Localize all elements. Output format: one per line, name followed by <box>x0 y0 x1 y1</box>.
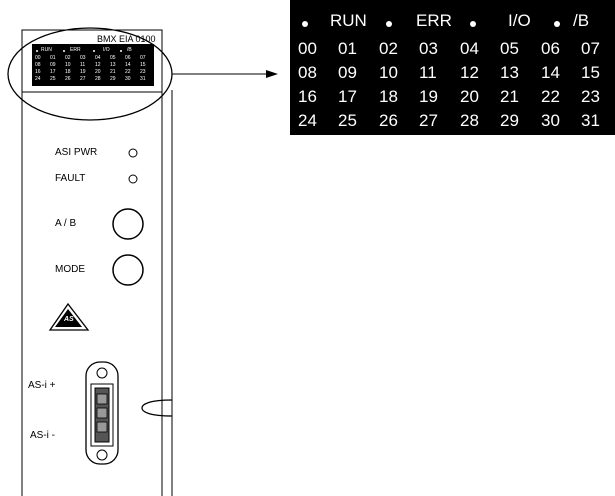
mini-channel-number: 13 <box>110 62 116 68</box>
channel-number: 29 <box>500 111 519 130</box>
channel-number: 10 <box>379 63 398 82</box>
label-asi-plus: AS-i + <box>28 380 56 391</box>
channel-number: 03 <box>419 39 438 58</box>
channel-number: 23 <box>581 87 600 106</box>
channel-number: 22 <box>541 87 560 106</box>
mini-status-dot <box>63 50 65 52</box>
mini-channel-number: 03 <box>80 55 86 61</box>
mini-channel-number: 30 <box>125 76 131 82</box>
channel-number: 25 <box>338 111 357 130</box>
mini-channel-number: 18 <box>65 69 71 75</box>
channel-number: 15 <box>581 63 600 82</box>
mini-channel-number: 15 <box>140 62 146 68</box>
mini-status-label: RUN <box>41 47 52 53</box>
status-row: RUN ERR I/O /B <box>290 10 615 38</box>
channel-number: 01 <box>338 39 357 58</box>
channel-number: 21 <box>500 87 519 106</box>
mini-channel-number: 10 <box>65 62 71 68</box>
status-label: /B <box>573 11 590 30</box>
mini-channel-number: 17 <box>50 69 56 75</box>
status-label: I/O <box>508 11 531 30</box>
mini-channel-number: 26 <box>65 76 71 82</box>
mini-channel-number: 07 <box>140 55 146 61</box>
mini-channel-number: 29 <box>110 76 116 82</box>
status-dot <box>470 21 476 27</box>
mini-channel-number: 24 <box>35 76 41 82</box>
channel-number: 20 <box>460 87 479 106</box>
channel-number: 16 <box>298 87 317 106</box>
asi-connector-icon <box>85 361 119 465</box>
mini-channel-number: 12 <box>95 62 101 68</box>
mini-channel-number: 23 <box>140 69 146 75</box>
channel-number: 14 <box>541 63 560 82</box>
side-latch-icon <box>141 399 173 417</box>
mini-channel-number: 05 <box>110 55 116 61</box>
channel-number: 24 <box>298 111 317 130</box>
channel-number: 19 <box>419 87 438 106</box>
mini-channel-number: 01 <box>50 55 56 61</box>
label-fault: FAULT <box>55 173 86 184</box>
mini-status-dot <box>36 50 38 52</box>
mini-status-label: ERR <box>70 47 81 53</box>
mini-display: RUN ERR I/O /B 00 01 02 03 04 05 06 07 08 09 10 11 1… <box>32 44 154 86</box>
asi-logo-icon: AS <box>48 302 90 331</box>
fault-led-icon <box>128 174 138 184</box>
status-label: RUN <box>330 11 367 30</box>
mini-channel-number: 16 <box>35 69 41 75</box>
channel-number: 28 <box>460 111 479 130</box>
channel-number: 09 <box>338 63 357 82</box>
label-ab: A / B <box>55 218 77 229</box>
mode-button-icon <box>112 254 144 286</box>
status-dot <box>302 21 308 27</box>
label-mode: MODE <box>55 264 85 275</box>
channel-number: 02 <box>379 39 398 58</box>
channel-number: 26 <box>379 111 398 130</box>
status-dot <box>386 21 392 27</box>
label-asi-minus: AS-i - <box>30 430 55 441</box>
mini-channel-number: 19 <box>80 69 86 75</box>
mini-status-label: /B <box>127 47 132 53</box>
asi-pwr-led-icon <box>128 148 138 158</box>
mini-channel-number: 11 <box>80 62 86 68</box>
svg-text:AS: AS <box>63 316 74 323</box>
channel-number: 12 <box>460 63 479 82</box>
channel-number: 27 <box>419 111 438 130</box>
mini-channel-number: 02 <box>65 55 71 61</box>
mini-channel-number: 20 <box>95 69 101 75</box>
channel-number: 31 <box>581 111 600 130</box>
channel-number: 04 <box>460 39 479 58</box>
mini-channel-number: 25 <box>50 76 56 82</box>
channel-number: 13 <box>500 63 519 82</box>
channel-number: 11 <box>419 63 437 82</box>
enlarged-display: RUN ERR I/O /B 00 01 02 03 04 05 06 07 08 09 10 11 1… <box>290 0 615 135</box>
channel-number: 17 <box>338 87 357 106</box>
mini-status-dot <box>120 50 122 52</box>
mini-channel-number: 09 <box>50 62 56 68</box>
mini-status-dot <box>93 50 95 52</box>
channel-number: 00 <box>298 39 317 58</box>
label-asi-pwr: ASI PWR <box>55 147 98 158</box>
module-model-label: BMX EIA 0100 <box>97 34 156 44</box>
mini-channel-number: 00 <box>35 55 41 61</box>
channel-number: 05 <box>500 39 519 58</box>
mini-channel-number: 21 <box>110 69 116 75</box>
mini-channel-number: 08 <box>35 62 41 68</box>
mini-status-label: I/O <box>103 47 110 53</box>
status-label: ERR <box>416 11 452 30</box>
channel-number: 06 <box>541 39 560 58</box>
mini-channel-number: 22 <box>125 69 131 75</box>
channel-number: 30 <box>541 111 560 130</box>
mini-channel-number: 31 <box>140 76 146 82</box>
mini-channel-number: 04 <box>95 55 101 61</box>
ab-button-icon <box>112 208 144 240</box>
channel-number: 07 <box>581 39 600 58</box>
channel-number: 08 <box>298 63 317 82</box>
channel-number: 18 <box>379 87 398 106</box>
mini-channel-number: 06 <box>125 55 131 61</box>
mini-channel-number: 27 <box>80 76 86 82</box>
status-dot <box>554 21 560 27</box>
mini-channel-number: 14 <box>125 62 131 68</box>
mini-channel-number: 28 <box>95 76 101 82</box>
callout-arrow-head <box>266 70 278 78</box>
